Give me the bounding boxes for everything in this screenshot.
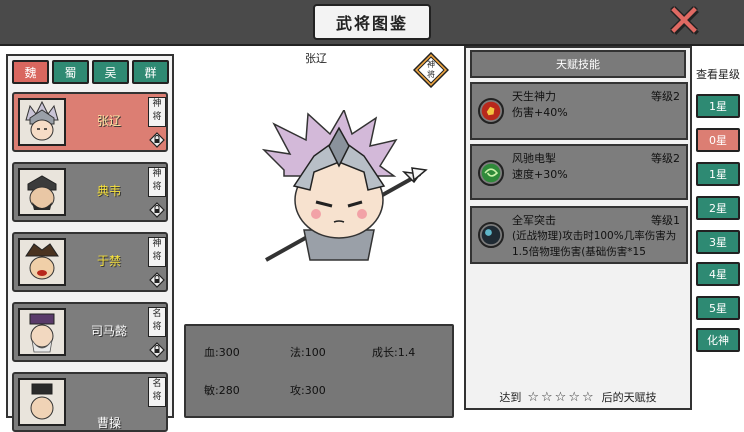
star-button-3[interactable]: 3星 — [696, 230, 740, 254]
stat-attack: 攻:300 — [290, 384, 326, 397]
star-button-0[interactable]: 0星 — [696, 128, 740, 152]
skill-desc: 伤害+40% — [512, 106, 568, 119]
star-rating: ☆☆☆☆☆ — [527, 389, 596, 405]
star-button-transform[interactable]: 化神 — [696, 328, 740, 352]
stat-hp: 血:300 — [204, 346, 240, 359]
star-button-2[interactable]: 2星 — [696, 196, 740, 220]
lock-icon — [149, 202, 165, 218]
rank-badge: 神将 — [413, 52, 449, 88]
rank-tag: 名将 — [148, 307, 166, 337]
talent-header: 天赋技能 — [470, 50, 686, 78]
faction-tabs: 魏 蜀 吴 群 — [12, 60, 169, 84]
hero-card-yujin[interactable]: 于禁 神将 — [12, 232, 168, 292]
star-button-1b[interactable]: 1星 — [696, 162, 740, 186]
hero-name: 于禁 — [96, 254, 121, 268]
hero-card-dianwei[interactable]: 典韦 神将 — [12, 162, 168, 222]
star-button-5[interactable]: 5星 — [696, 296, 740, 320]
star-button-4[interactable]: 4星 — [696, 262, 740, 286]
tab-qun[interactable]: 群 — [132, 60, 169, 84]
skill-level: 等级2 — [651, 152, 680, 165]
wind-swirl-icon — [478, 160, 504, 186]
hero-portrait — [18, 238, 66, 286]
star-button-1[interactable]: 1星 — [696, 94, 740, 118]
tab-wu[interactable]: 吴 — [92, 60, 129, 84]
hero-character-art — [261, 110, 428, 262]
skill-card[interactable]: 风驰电掣 等级2 速度+30% — [470, 144, 688, 200]
hero-name: 司马懿 — [90, 324, 127, 338]
skill-level: 等级2 — [651, 90, 680, 103]
stat-agility: 敏:280 — [204, 384, 240, 397]
top-bar: 武将图鉴 ✕ — [0, 0, 744, 46]
tab-shu[interactable]: 蜀 — [52, 60, 89, 84]
talent-footer: 达到 ☆☆☆☆☆ 后的天赋技 — [470, 388, 686, 406]
hero-name: 张辽 — [96, 114, 121, 128]
hero-portrait — [18, 168, 66, 216]
rank-tag: 神将 — [148, 97, 166, 127]
rank-tag: 名将 — [148, 377, 166, 407]
skill-desc: (近战物理)攻击时100%几率伤害为1.5倍物理伤害(基础伤害*15 — [512, 230, 677, 258]
rank-tag: 神将 — [148, 237, 166, 267]
stat-mp: 法:100 — [290, 346, 326, 359]
hero-card-zhangliao[interactable]: 张辽 神将 — [12, 92, 168, 152]
charge-icon — [478, 222, 504, 248]
skill-card[interactable]: 全军突击 等级1 (近战物理)攻击时100%几率伤害为1.5倍物理伤害(基础伤害… — [470, 206, 688, 264]
hero-card-caocao[interactable]: 曹操 名将 — [12, 372, 168, 432]
skill-name: 全军突击 — [512, 214, 556, 227]
footer-suffix: 后的天赋技 — [601, 391, 657, 404]
stat-growth: 成长:1.4 — [372, 346, 416, 359]
hero-portrait — [18, 378, 66, 426]
skill-name: 天生神力 — [512, 90, 556, 103]
star-level-title: 查看星级 — [696, 68, 740, 81]
skill-desc: 速度+30% — [512, 168, 568, 181]
hero-card-simayi[interactable]: 司马懿 名将 — [12, 302, 168, 362]
footer-prefix: 达到 — [499, 391, 522, 404]
power-fist-icon — [478, 98, 504, 124]
skill-card[interactable]: 天生神力 等级2 伤害+40% — [470, 82, 688, 140]
rank-badge-label: 神将 — [427, 60, 435, 79]
page-title: 武将图鉴 — [313, 4, 431, 40]
hero-portrait — [18, 308, 66, 356]
close-x-icon[interactable]: ✕ — [664, 0, 704, 44]
hero-name: 典韦 — [96, 184, 121, 198]
skill-level: 等级1 — [651, 214, 680, 227]
hero-list-panel: 魏 蜀 吴 群 张辽 神将 典韦 神将 于禁 神将 司马懿 名将 曹操 名将 — [6, 54, 174, 432]
skill-name: 风驰电掣 — [512, 152, 556, 165]
talent-skills-panel: 天赋技能 天生神力 等级2 伤害+40% 风驰电掣 等级2 速度+30% 全军突… — [464, 46, 692, 410]
lock-icon — [149, 132, 165, 148]
hero-name: 曹操 — [96, 416, 121, 430]
lock-icon — [149, 342, 165, 358]
rank-tag: 神将 — [148, 167, 166, 197]
tab-wei[interactable]: 魏 — [12, 60, 49, 84]
stats-panel: 血:300 法:100 成长:1.4 敏:280 攻:300 — [184, 324, 454, 418]
lock-icon — [149, 272, 165, 288]
hero-detail-name: 张辽 — [305, 52, 327, 65]
hero-portrait — [18, 98, 66, 146]
